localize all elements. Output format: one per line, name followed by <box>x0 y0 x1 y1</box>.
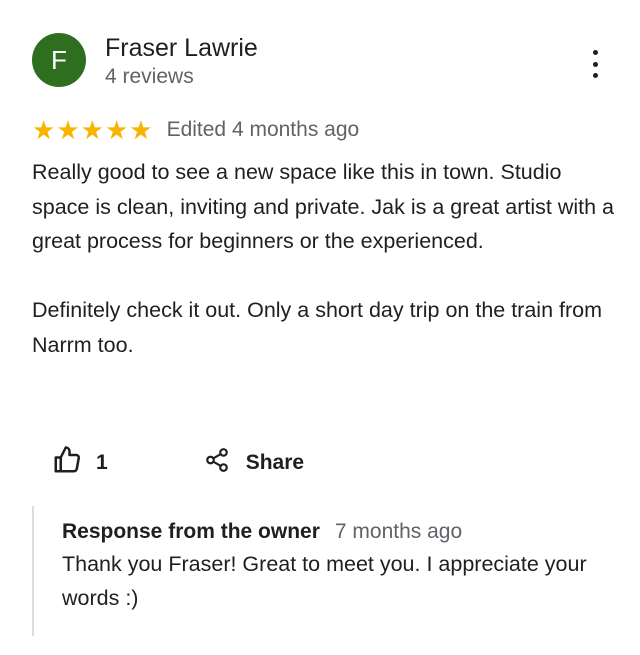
star-icon: ★ <box>129 115 153 145</box>
star-icon: ★ <box>32 115 56 145</box>
owner-response-time: 7 months ago <box>334 520 463 543</box>
like-count: 1 <box>96 450 108 474</box>
reviewer-name[interactable]: Fraser Lawrie <box>105 33 258 63</box>
review-paragraph: Definitely check it out. Only a short da… <box>32 298 603 357</box>
share-button[interactable]: Share <box>204 447 304 478</box>
reviewer-info: Fraser Lawrie 4 reviews <box>105 33 258 90</box>
like-button[interactable]: 1 <box>52 445 108 480</box>
owner-response: Response from the owner 7 months ago Tha… <box>32 506 622 636</box>
owner-response-header: Response from the owner 7 months ago <box>62 520 622 544</box>
star-icon: ★ <box>56 115 80 145</box>
more-dot <box>592 50 598 55</box>
thumbs-up-icon <box>52 445 82 480</box>
more-dot <box>592 61 598 67</box>
owner-response-text: Thank you Fraser! Great to meet you. I a… <box>62 552 587 610</box>
avatar[interactable]: F <box>32 33 86 87</box>
reviewer-review-count: 4 reviews <box>105 65 194 88</box>
share-icon <box>204 447 230 478</box>
reviewer-header: F Fraser Lawrie 4 reviews <box>32 33 258 90</box>
edited-timestamp: Edited 4 months ago <box>166 118 360 141</box>
owner-response-label: Response from the owner <box>62 520 320 543</box>
star-icon: ★ <box>80 115 104 145</box>
review-text: Really good to see a new space like this… <box>32 155 617 362</box>
review-actions: 1 Share <box>52 445 304 480</box>
rating-row: ★ ★ ★ ★ ★ Edited 4 months ago <box>32 116 359 144</box>
share-label: Share <box>245 450 305 474</box>
star-rating: ★ ★ ★ ★ ★ <box>32 116 154 144</box>
more-options-icon[interactable] <box>585 50 605 78</box>
star-icon: ★ <box>104 115 129 145</box>
review-paragraph: Really good to see a new space like this… <box>32 160 614 253</box>
more-dot <box>592 73 598 78</box>
